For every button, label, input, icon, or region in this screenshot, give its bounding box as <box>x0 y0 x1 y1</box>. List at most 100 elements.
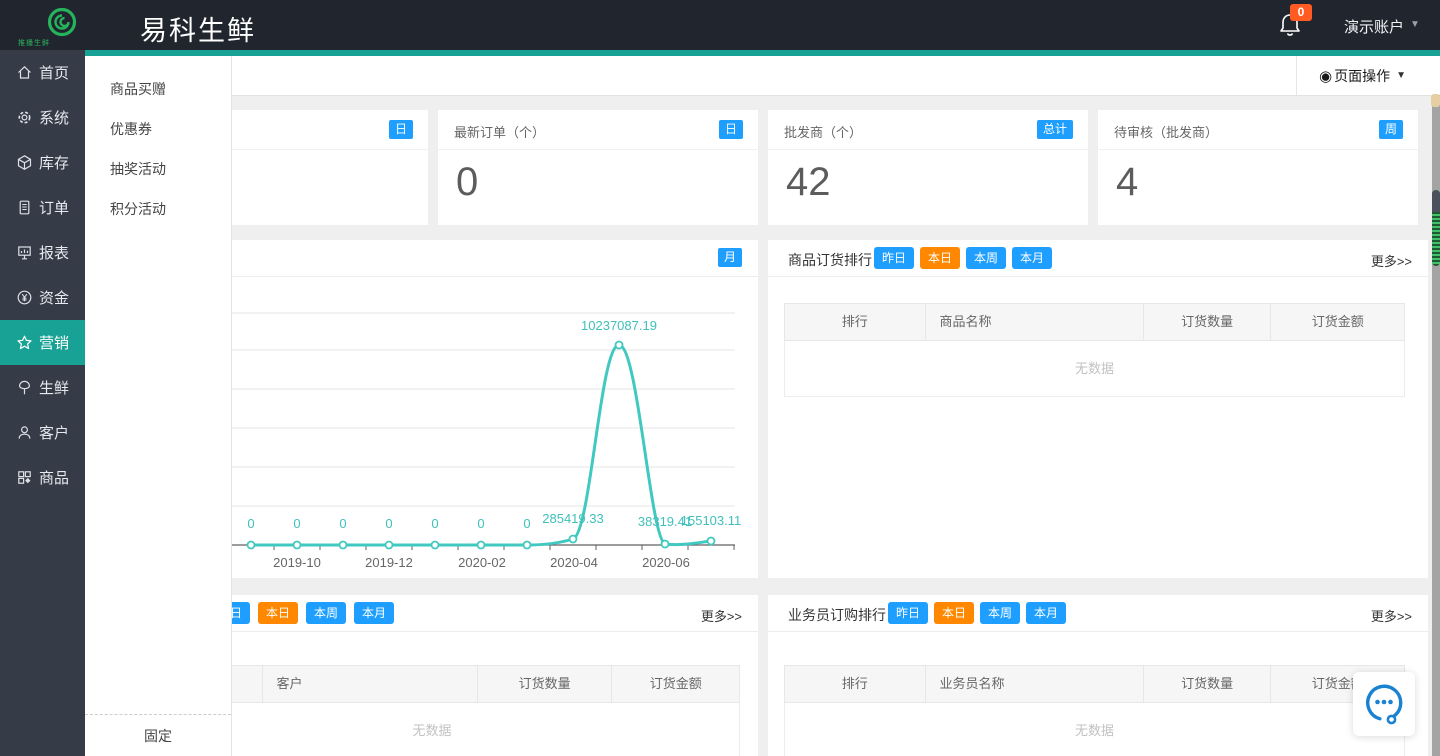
salesman-rank-header: 业务员订购排行 昨日 本日 本周 本月 更多>> <box>768 595 1428 632</box>
submenu-item-gift[interactable]: 商品买赠 <box>85 69 231 109</box>
tree-icon <box>16 379 33 396</box>
sidebar-item-label: 营销 <box>39 332 69 353</box>
page-actions-button[interactable]: ◉ 页面操作 ▼ <box>1296 56 1432 95</box>
chat-widget-button[interactable] <box>1353 672 1415 736</box>
empty-data-row: 无数据 <box>784 703 1405 756</box>
gear-icon <box>16 109 33 126</box>
point-label: 0 <box>385 516 392 531</box>
product-rank-panel: 商品订货排行 昨日 本日 本周 本月 更多>> 排行 商品名称 订货数量 订货金… <box>768 240 1428 578</box>
tab-yesterday[interactable]: 昨日 <box>888 602 928 624</box>
sidebar-item-fresh[interactable]: 生鲜 <box>0 365 85 410</box>
col-product-name: 商品名称 <box>926 304 1144 340</box>
submenu-item-lottery[interactable]: 抽奖活动 <box>85 149 231 189</box>
sidebar-item-system[interactable]: 系统 <box>0 95 85 140</box>
col-order-amount: 订货金额 <box>612 666 739 702</box>
stat-card-wholesalers: 批发商（个） 总计 42 <box>768 110 1088 225</box>
sidebar-item-reports[interactable]: 报表 <box>0 230 85 275</box>
point-label: 0 <box>477 516 484 531</box>
tab-this-month[interactable]: 本月 <box>354 602 394 624</box>
pin-submenu-button[interactable]: 固定 <box>85 714 231 756</box>
sidebar-item-inventory[interactable]: 库存 <box>0 140 85 185</box>
point-label: 0 <box>339 516 346 531</box>
tab-this-week[interactable]: 本周 <box>966 247 1006 269</box>
product-rank-table: 排行 商品名称 订货数量 订货金额 无数据 <box>784 303 1405 397</box>
tab-today[interactable]: 本日 <box>934 602 974 624</box>
brand-logo-subtext: 推播生鲜 <box>18 38 96 48</box>
report-chart-icon <box>16 244 33 261</box>
sidebar-item-marketing[interactable]: 营销 <box>0 320 85 365</box>
chat-bubble-icon <box>1362 681 1406 727</box>
submenu-item-points[interactable]: 积分活动 <box>85 189 231 229</box>
app-title: 易科生鲜 <box>140 9 256 48</box>
more-link[interactable]: 更多>> <box>701 606 742 625</box>
chart-period-badge[interactable]: 月 <box>718 248 742 267</box>
home-icon <box>16 64 33 81</box>
tab-yesterday[interactable]: 昨日 <box>874 247 914 269</box>
sidebar-item-label: 系统 <box>39 107 69 128</box>
tab-this-week[interactable]: 本周 <box>306 602 346 624</box>
x-tick-label: 2019-10 <box>273 555 321 570</box>
stat-card-value: 0 <box>456 160 478 205</box>
point-label: 0 <box>523 516 530 531</box>
salesman-rank-title: 业务员订购排行 <box>788 605 886 625</box>
product-rank-header: 商品订货排行 昨日 本日 本周 本月 更多>> <box>768 240 1428 277</box>
sidebar-item-label: 商品 <box>39 467 69 488</box>
radio-icon: ◉ <box>1319 67 1332 85</box>
point-label: 285419.33 <box>542 511 603 526</box>
table-header-row: 排行 商品名称 订货数量 订货金额 <box>784 303 1405 341</box>
stat-card-title: 批发商（个） <box>784 122 862 141</box>
table-header-row: 排行 业务员名称 订货数量 订货金额 <box>784 665 1405 703</box>
col-order-qty: 订货数量 <box>1144 666 1272 702</box>
tab-this-month[interactable]: 本月 <box>1012 247 1052 269</box>
col-salesman-name: 业务员名称 <box>926 666 1144 702</box>
col-rank: 排行 <box>785 666 926 702</box>
stat-card-title-row: 最新订单（个） 日 <box>438 110 758 150</box>
submenu-item-coupon[interactable]: 优惠券 <box>85 109 231 149</box>
sidebar-item-home[interactable]: 首页 <box>0 50 85 95</box>
scrollbar-marker <box>1431 94 1440 107</box>
accent-strip <box>85 50 1440 56</box>
product-rank-title: 商品订货排行 <box>788 250 872 270</box>
chevron-down-icon: ▼ <box>1396 70 1406 81</box>
period-badge: 日 <box>389 120 413 139</box>
document-icon <box>16 199 33 216</box>
stat-card-value: 42 <box>786 160 831 205</box>
sidebar-item-label: 资金 <box>39 287 69 308</box>
more-link[interactable]: 更多>> <box>1371 606 1412 625</box>
point-label: 0 <box>431 516 438 531</box>
stat-card-pending-review: 待审核（批发商） 周 4 <box>1098 110 1418 225</box>
dashboard-page: 日 最新订单（个） 日 0 批发商（个） 总计 42 待审核（批发商） 周 4 … <box>0 0 1440 756</box>
sidebar-item-orders[interactable]: 订单 <box>0 185 85 230</box>
col-rank: 排行 <box>785 304 926 340</box>
sidebar-item-funds[interactable]: 资金 <box>0 275 85 320</box>
sidebar-item-products[interactable]: 商品 <box>0 455 85 500</box>
x-tick-label: 2020-06 <box>642 555 690 570</box>
x-tick-label: 2020-02 <box>458 555 506 570</box>
account-menu[interactable]: 演示账户 <box>1344 16 1404 37</box>
stat-card-value: 4 <box>1116 160 1138 205</box>
star-icon <box>16 334 33 351</box>
col-order-qty: 订货数量 <box>1144 304 1272 340</box>
period-badge: 周 <box>1379 120 1403 139</box>
point-label: 0 <box>293 516 300 531</box>
stat-card-title: 最新订单（个） <box>454 122 545 141</box>
marketing-submenu: 商品买赠 优惠券 抽奖活动 积分活动 固定 <box>85 56 232 756</box>
more-link[interactable]: 更多>> <box>1371 251 1412 270</box>
box-icon <box>16 154 33 171</box>
page-toolbar: ◉ 页面操作 ▼ <box>85 56 1440 96</box>
tab-this-month[interactable]: 本月 <box>1026 602 1066 624</box>
notification-count-badge: 0 <box>1290 4 1312 21</box>
salesman-rank-panel: 业务员订购排行 昨日 本日 本周 本月 更多>> 排行 业务员名称 订货数量 订… <box>768 595 1428 756</box>
stat-card-title-row: 待审核（批发商） 周 <box>1098 110 1418 150</box>
sidebar-nav: 首页 系统 库存 订单 报表 资金 营销 生鲜 <box>0 50 85 756</box>
sidebar-item-customers[interactable]: 客户 <box>0 410 85 455</box>
tab-today[interactable]: 本日 <box>258 602 298 624</box>
top-bar: 推播生鲜 易科生鲜 0 演示账户 ▼ <box>0 0 1440 50</box>
tab-this-week[interactable]: 本周 <box>980 602 1020 624</box>
sidebar-item-label: 客户 <box>39 422 69 443</box>
sidebar-item-label: 库存 <box>39 152 69 173</box>
sidebar-item-label: 首页 <box>39 62 69 83</box>
period-badge: 日 <box>719 120 743 139</box>
tab-today[interactable]: 本日 <box>920 247 960 269</box>
scrollbar-thumb[interactable] <box>1432 190 1440 266</box>
